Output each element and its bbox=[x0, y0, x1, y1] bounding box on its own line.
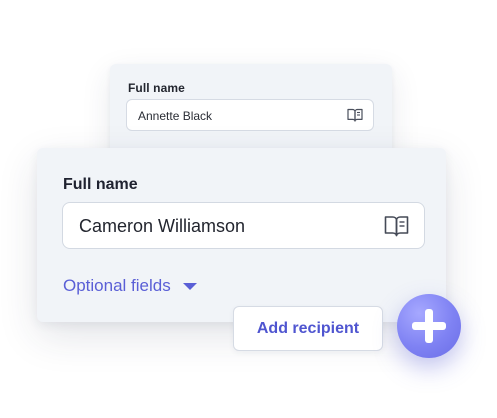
address-book-icon[interactable] bbox=[384, 215, 409, 237]
full-name-field[interactable]: Annette Black bbox=[126, 99, 374, 131]
recipient-card-front: Full name Cameron Williamson Optional fi… bbox=[37, 148, 446, 322]
caret-down-icon bbox=[182, 282, 197, 290]
full-name-value: Annette Black bbox=[138, 109, 213, 123]
optional-fields-label: Optional fields bbox=[63, 276, 171, 295]
full-name-label: Full name bbox=[63, 176, 138, 193]
full-name-label: Full name bbox=[128, 81, 185, 95]
plus-icon bbox=[412, 322, 446, 330]
full-name-field[interactable]: Cameron Williamson bbox=[62, 202, 425, 249]
optional-fields-toggle[interactable]: Optional fields bbox=[63, 276, 197, 296]
full-name-value: Cameron Williamson bbox=[79, 216, 246, 236]
address-book-icon[interactable] bbox=[347, 108, 363, 122]
add-recipient-label: Add recipient bbox=[256, 319, 360, 337]
add-recipient-button[interactable]: Add recipient bbox=[233, 306, 383, 351]
add-button[interactable] bbox=[397, 294, 461, 358]
recipient-form-illustration: Full name Annette Black Full name Camero… bbox=[0, 0, 497, 418]
